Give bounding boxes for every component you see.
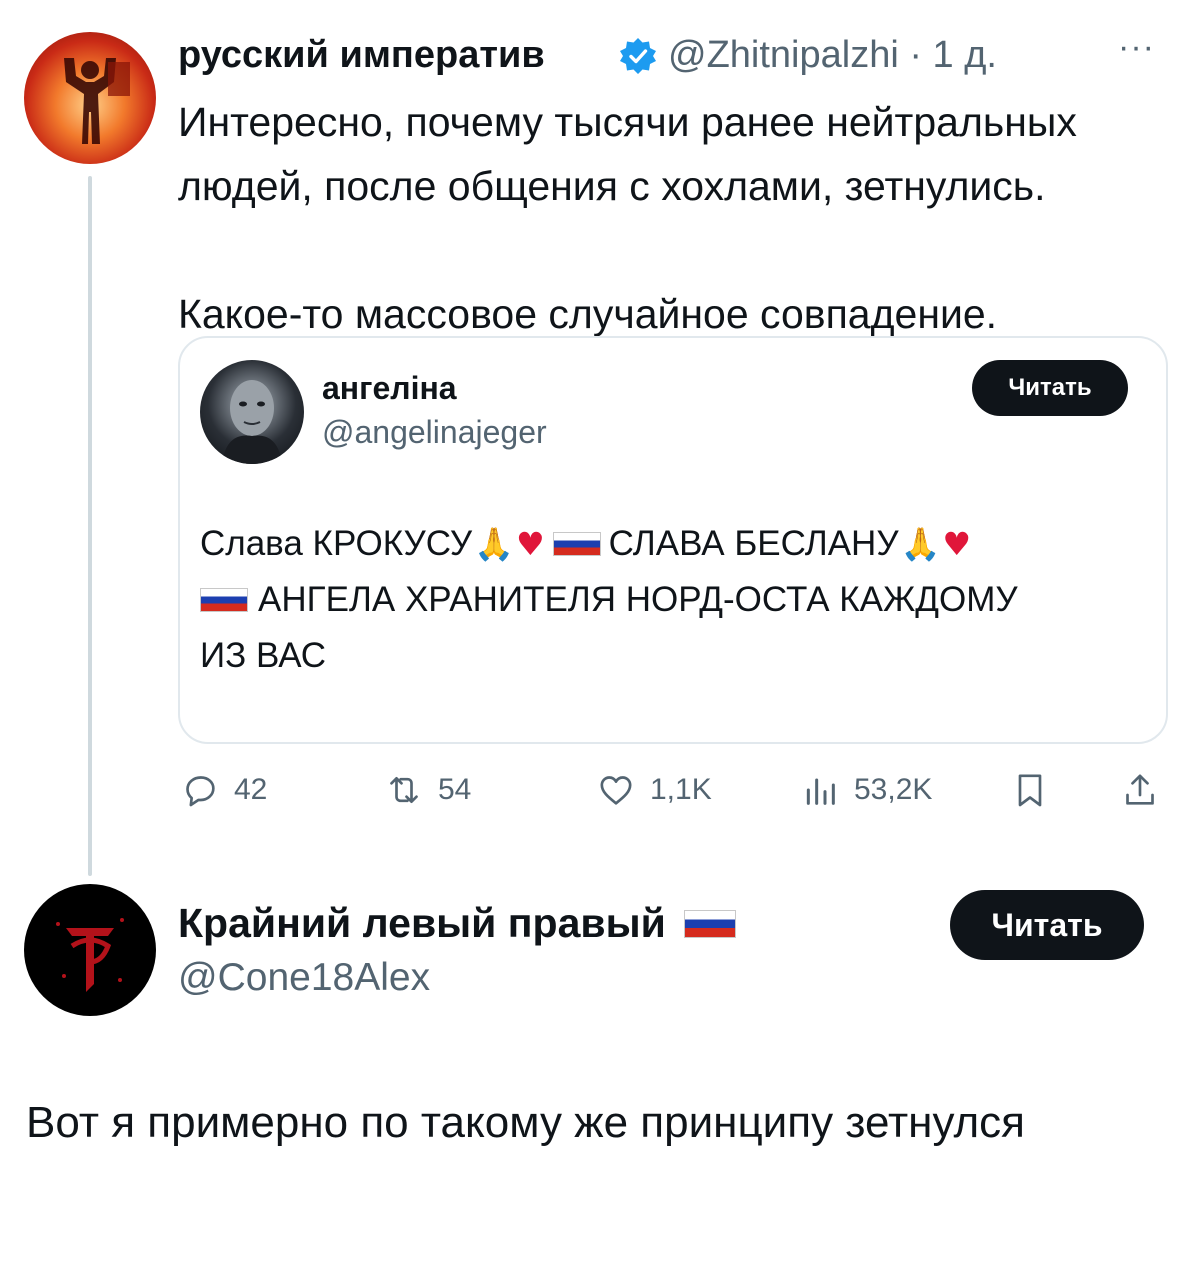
reply-author-name-row[interactable]: Крайний левый правый xyxy=(178,900,736,947)
author-avatar[interactable] xyxy=(24,32,156,164)
reply-author-handle[interactable]: @Cone18Alex xyxy=(178,956,430,1000)
author-handle-and-time[interactable]: @Zhitnipalzhi · 1 д. xyxy=(668,34,997,77)
share-action[interactable] xyxy=(1120,770,1160,810)
like-action[interactable]: 1,1K xyxy=(596,770,712,810)
tweet-text: Интересно, почему тысячи ранее нейтральн… xyxy=(178,99,1077,337)
quoted-follow-button[interactable]: Читать xyxy=(972,360,1128,416)
quoted-text-line-3: ИЗ ВАС xyxy=(200,636,326,676)
reply-author-avatar[interactable] xyxy=(24,884,156,1016)
repost-icon xyxy=(390,777,418,803)
quoted-text-line-1: Слава КРОКУСУ 🙏 ♥ СЛАВА БЕСЛАНУ 🙏 ♥ xyxy=(200,524,971,564)
author-name[interactable]: русский императив xyxy=(178,34,545,77)
quoted-text-part: Слава КРОКУСУ xyxy=(200,524,473,563)
quoted-text-part: АНГЕЛА ХРАНИТЕЛЯ НОРД-ОСТА КАЖДОМУ xyxy=(258,580,1018,619)
reply-text: Вот я примерно по такому же принципу зет… xyxy=(26,1098,1025,1147)
reply-action[interactable]: 42 xyxy=(180,770,267,810)
share-icon xyxy=(1126,774,1154,805)
heart-emoji: ♥ xyxy=(942,525,972,563)
quoted-author-name[interactable]: ангеліна xyxy=(322,370,457,407)
quoted-text-line-2: АНГЕЛА ХРАНИТЕЛЯ НОРД-ОСТА КАЖДОМУ xyxy=(200,580,1018,620)
bookmark-icon xyxy=(1018,774,1042,807)
views-icon xyxy=(806,778,835,805)
quoted-author-avatar[interactable] xyxy=(200,360,304,464)
quoted-text-part: СЛАВА БЕСЛАНУ xyxy=(608,524,899,563)
quoted-text-part: ИЗ ВАС xyxy=(200,636,327,675)
verified-badge-icon xyxy=(620,38,656,74)
quoted-author-handle[interactable]: @angelinajeger xyxy=(322,414,547,451)
heart-emoji: ♥ xyxy=(515,525,545,563)
flag-icon xyxy=(683,909,736,938)
pray-emoji: 🙏 xyxy=(900,525,941,563)
reply-author-name[interactable]: Крайний левый правый xyxy=(178,900,666,947)
repost-action[interactable]: 54 xyxy=(384,770,471,810)
reply-icon xyxy=(186,776,215,807)
flag-icon xyxy=(552,532,601,556)
bookmark-action[interactable] xyxy=(1010,770,1050,810)
views-count: 53,2K xyxy=(854,773,933,806)
repost-count: 54 xyxy=(438,773,472,806)
views-action[interactable]: 53,2K xyxy=(800,770,932,810)
flag-icon xyxy=(200,588,248,612)
reply-count: 42 xyxy=(234,773,268,806)
thread-connector xyxy=(88,176,92,876)
like-count: 1,1K xyxy=(650,773,712,806)
pray-emoji: 🙏 xyxy=(474,525,514,563)
more-icon[interactable]: ··· xyxy=(1118,28,1155,67)
follow-button[interactable]: Читать xyxy=(950,890,1144,960)
like-icon xyxy=(600,776,632,805)
